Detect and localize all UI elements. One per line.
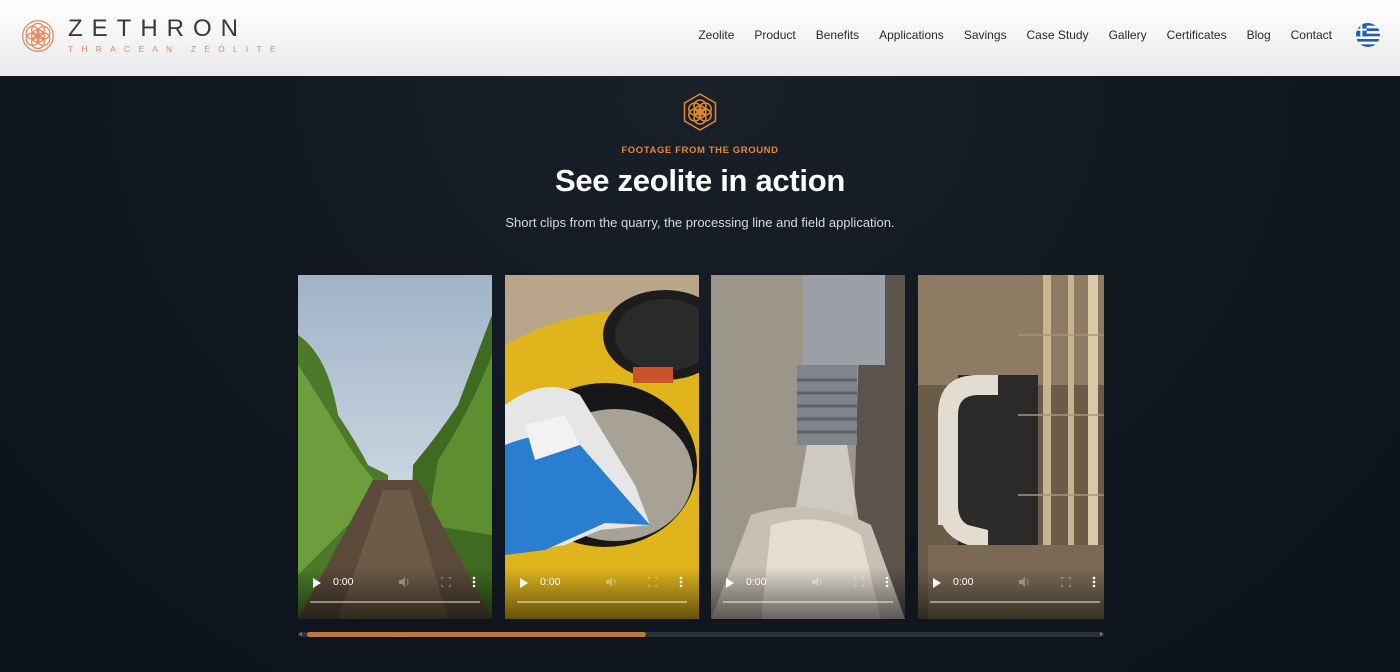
nav-item-product[interactable]: Product (754, 28, 795, 42)
volume-icon[interactable] (605, 576, 617, 588)
video-time: 0:00 (746, 576, 767, 588)
brand-tagline: THRACEAN ZEOLITE (68, 44, 284, 54)
video-controls: 0:00 (505, 567, 699, 619)
video-progress-bar[interactable] (517, 601, 687, 603)
volume-icon[interactable] (398, 576, 410, 588)
video-player-2[interactable]: 0:00 (505, 275, 699, 619)
video-time: 0:00 (540, 576, 561, 588)
nav-item-gallery[interactable]: Gallery (1109, 28, 1147, 42)
more-icon[interactable] (885, 576, 889, 588)
video-progress-bar[interactable] (723, 601, 893, 603)
more-icon[interactable] (679, 576, 683, 588)
video-controls: 0:00 (711, 567, 905, 619)
section-subtitle: Short clips from the quarry, the process… (505, 215, 895, 230)
section-title: See zeolite in action (554, 163, 845, 198)
fullscreen-icon[interactable] (854, 577, 864, 587)
more-icon[interactable] (472, 576, 476, 588)
video-time: 0:00 (333, 576, 354, 588)
section-eyebrow: FOOTAGE FROM THE GROUND (621, 145, 779, 156)
video-controls: 0:00 (918, 567, 1104, 619)
carousel-scroll-thumb[interactable] (307, 632, 646, 637)
nav-item-benefits[interactable]: Benefits (816, 28, 859, 42)
brand-text: ZETHRON THRACEAN ZEOLITE (68, 15, 284, 55)
nav-item-blog[interactable]: Blog (1247, 28, 1271, 42)
play-icon[interactable] (933, 578, 941, 588)
nav-item-case-study[interactable]: Case Study (1027, 28, 1089, 42)
more-icon[interactable] (1092, 576, 1096, 588)
play-icon[interactable] (313, 578, 321, 588)
site-header: ZETHRON THRACEAN ZEOLITE Zeolite Product… (0, 0, 1400, 76)
nav-item-certificates[interactable]: Certificates (1167, 28, 1227, 42)
fullscreen-icon[interactable] (1061, 577, 1071, 587)
flower-of-life-icon (683, 93, 717, 131)
greek-flag-icon[interactable] (1356, 23, 1380, 47)
main-nav: Zeolite Product Benefits Applications Sa… (678, 0, 1332, 70)
video-controls: 0:00 (298, 567, 492, 619)
nav-item-savings[interactable]: Savings (964, 28, 1007, 42)
brand-logo-link[interactable]: ZETHRON THRACEAN ZEOLITE (20, 17, 284, 54)
fullscreen-icon[interactable] (648, 577, 658, 587)
play-icon[interactable] (520, 578, 528, 588)
carousel-scrollbar[interactable] (298, 632, 1104, 637)
brand-name: ZETHRON (68, 15, 247, 42)
scroll-right-arrow-icon[interactable] (1100, 632, 1103, 636)
flower-of-life-icon (22, 19, 54, 52)
scroll-left-arrow-icon[interactable] (299, 632, 302, 636)
play-icon[interactable] (726, 578, 734, 588)
video-player-1[interactable]: 0:00 (298, 275, 492, 619)
video-section: FOOTAGE FROM THE GROUND See zeolite in a… (0, 76, 1400, 672)
nav-item-applications[interactable]: Applications (879, 28, 944, 42)
video-player-4[interactable]: 0:00 (918, 275, 1104, 619)
video-progress-bar[interactable] (310, 601, 480, 603)
nav-item-zeolite[interactable]: Zeolite (698, 28, 734, 42)
video-progress-bar[interactable] (930, 601, 1100, 603)
video-player-3[interactable]: 0:00 (711, 275, 905, 619)
volume-icon[interactable] (811, 576, 823, 588)
fullscreen-icon[interactable] (441, 577, 451, 587)
nav-item-contact[interactable]: Contact (1291, 28, 1332, 42)
video-time: 0:00 (953, 576, 974, 588)
volume-icon[interactable] (1018, 576, 1030, 588)
